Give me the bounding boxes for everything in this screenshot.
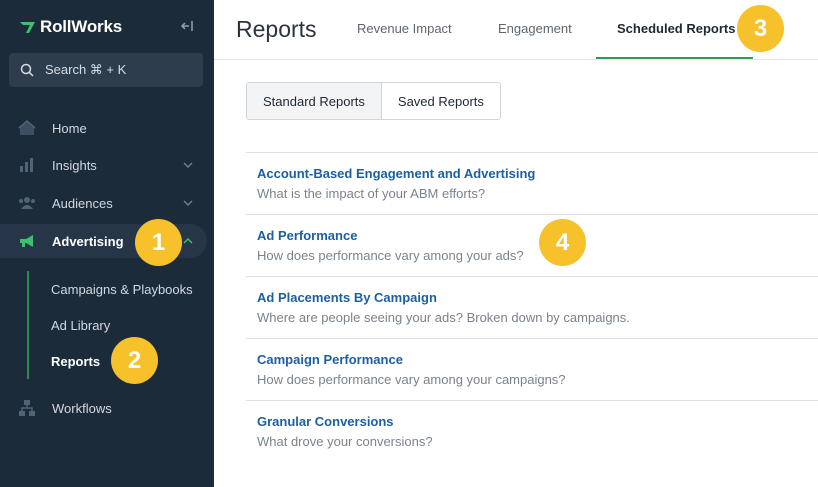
list-item: Ad Performance How does performance vary… <box>246 214 818 276</box>
insights-icon <box>18 156 36 174</box>
search-placeholder: Search ⌘ + K <box>45 62 127 77</box>
main-content: Reports Revenue Impact Engagement Schedu… <box>214 0 818 487</box>
workflows-icon <box>18 399 36 417</box>
annotation-badge-4: 4 <box>539 219 586 266</box>
annotation-badge-3: 3 <box>737 5 784 52</box>
active-tab-indicator <box>596 57 753 59</box>
header-tabs: Reports Revenue Impact Engagement Schedu… <box>214 0 818 60</box>
report-description: What drove your conversions? <box>257 434 433 449</box>
report-list: Account-Based Engagement and Advertising… <box>246 152 818 462</box>
list-item: Account-Based Engagement and Advertising… <box>246 152 818 214</box>
sidebar-subitem-campaigns[interactable]: Campaigns & Playbooks <box>51 282 193 297</box>
home-icon <box>18 119 36 137</box>
megaphone-icon <box>18 232 36 250</box>
report-link[interactable]: Granular Conversions <box>257 414 818 429</box>
subnav-active-line <box>27 271 29 379</box>
tab-scheduled-reports[interactable]: Scheduled Reports <box>617 21 735 36</box>
rollworks-logo-icon <box>20 22 35 33</box>
report-type-toggle: Standard Reports Saved Reports <box>246 82 501 120</box>
sidebar-item-insights[interactable]: Insights <box>0 148 214 182</box>
sidebar-item-label: Workflows <box>52 400 112 416</box>
report-link[interactable]: Ad Placements By Campaign <box>257 290 818 305</box>
report-description: Where are people seeing your ads? Broken… <box>257 310 630 325</box>
report-link[interactable]: Account-Based Engagement and Advertising <box>257 166 818 181</box>
sidebar-item-label: Audiences <box>52 195 113 211</box>
search-icon <box>20 63 34 77</box>
search-input[interactable]: Search ⌘ + K <box>9 53 203 87</box>
annotation-badge-1: 1 <box>135 219 182 266</box>
sidebar-item-audiences[interactable]: Audiences <box>0 186 214 220</box>
collapse-sidebar-icon[interactable] <box>180 18 196 34</box>
sidebar-item-home[interactable]: Home <box>0 111 214 145</box>
audiences-icon <box>18 194 36 212</box>
list-item: Campaign Performance How does performanc… <box>246 338 818 400</box>
list-item: Granular Conversions What drove your con… <box>246 400 818 462</box>
standard-reports-button[interactable]: Standard Reports <box>247 83 382 119</box>
report-description: How does performance vary among your cam… <box>257 372 566 387</box>
sidebar-item-label: Home <box>52 120 87 136</box>
chevron-down-icon <box>183 200 193 206</box>
tab-engagement[interactable]: Engagement <box>498 21 572 36</box>
chevron-up-icon <box>183 238 193 244</box>
page-title: Reports <box>236 16 317 42</box>
sidebar-subitem-ad-library[interactable]: Ad Library <box>51 318 110 333</box>
sidebar-subitem-reports[interactable]: Reports <box>51 354 100 369</box>
sidebar-item-workflows[interactable]: Workflows <box>0 391 214 425</box>
report-description: How does performance vary among your ads… <box>257 248 524 263</box>
report-link[interactable]: Ad Performance <box>257 228 818 243</box>
list-item: Ad Placements By Campaign Where are peop… <box>246 276 818 338</box>
sidebar-item-label: Insights <box>52 157 97 173</box>
report-link[interactable]: Campaign Performance <box>257 352 818 367</box>
tab-revenue-impact[interactable]: Revenue Impact <box>357 21 452 36</box>
annotation-badge-2: 2 <box>111 337 158 384</box>
saved-reports-button[interactable]: Saved Reports <box>381 83 500 119</box>
chevron-down-icon <box>183 162 193 168</box>
sidebar-item-label: Advertising <box>52 233 124 249</box>
brand-name: RollWorks <box>40 17 122 36</box>
report-description: What is the impact of your ABM efforts? <box>257 186 486 201</box>
rollworks-logo[interactable]: RollWorks <box>19 17 122 37</box>
